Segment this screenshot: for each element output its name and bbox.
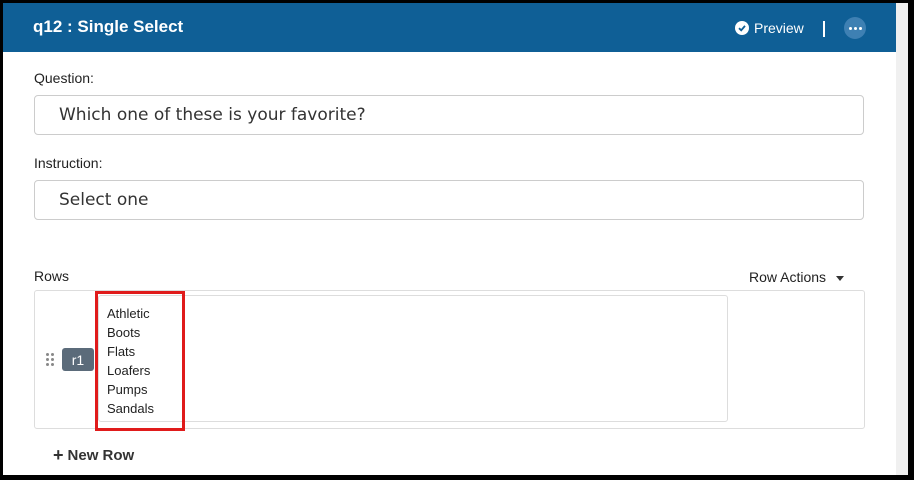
list-item: Loafers — [107, 363, 151, 378]
list-item: Boots — [107, 325, 141, 340]
more-options-button[interactable] — [844, 17, 866, 39]
chevron-down-icon — [836, 275, 845, 281]
more-horizontal-icon — [849, 27, 852, 30]
editor-header: q12 : Single Select Preview — [3, 3, 896, 52]
row-id-badge[interactable]: r1 — [62, 348, 94, 371]
header-divider — [823, 21, 825, 37]
more-horizontal-icon-dot — [859, 27, 862, 30]
new-row-label: New Row — [67, 447, 135, 464]
question-input[interactable] — [34, 95, 864, 135]
row-text-area[interactable] — [98, 295, 728, 422]
instruction-input[interactable] — [34, 180, 864, 220]
list-item: Pumps — [107, 382, 148, 397]
preview-label: Preview — [754, 20, 804, 36]
scrollbar[interactable] — [896, 3, 908, 475]
row-options-list: Athletic Boots Flats Loafers Pumps Sanda… — [107, 304, 154, 418]
question-label: Question: — [34, 70, 94, 86]
new-row-button[interactable]: + New Row — [53, 445, 135, 465]
plus-icon: + — [53, 445, 64, 465]
row-actions-dropdown[interactable]: Row Actions — [749, 269, 845, 285]
question-editor-panel: q12 : Single Select Preview Question: In… — [3, 3, 908, 475]
row-actions-label: Row Actions — [749, 269, 827, 285]
instruction-label: Instruction: — [34, 155, 103, 171]
drag-handle-icon[interactable] — [46, 353, 56, 367]
list-item: Athletic — [107, 306, 150, 321]
preview-button[interactable]: Preview — [735, 20, 804, 36]
list-item: Flats — [107, 344, 136, 359]
more-horizontal-icon-dot — [854, 27, 857, 30]
rows-label: Rows — [34, 268, 70, 284]
check-circle-icon — [735, 21, 749, 35]
question-title: q12 : Single Select — [33, 17, 184, 36]
list-item: Sandals — [107, 401, 154, 416]
